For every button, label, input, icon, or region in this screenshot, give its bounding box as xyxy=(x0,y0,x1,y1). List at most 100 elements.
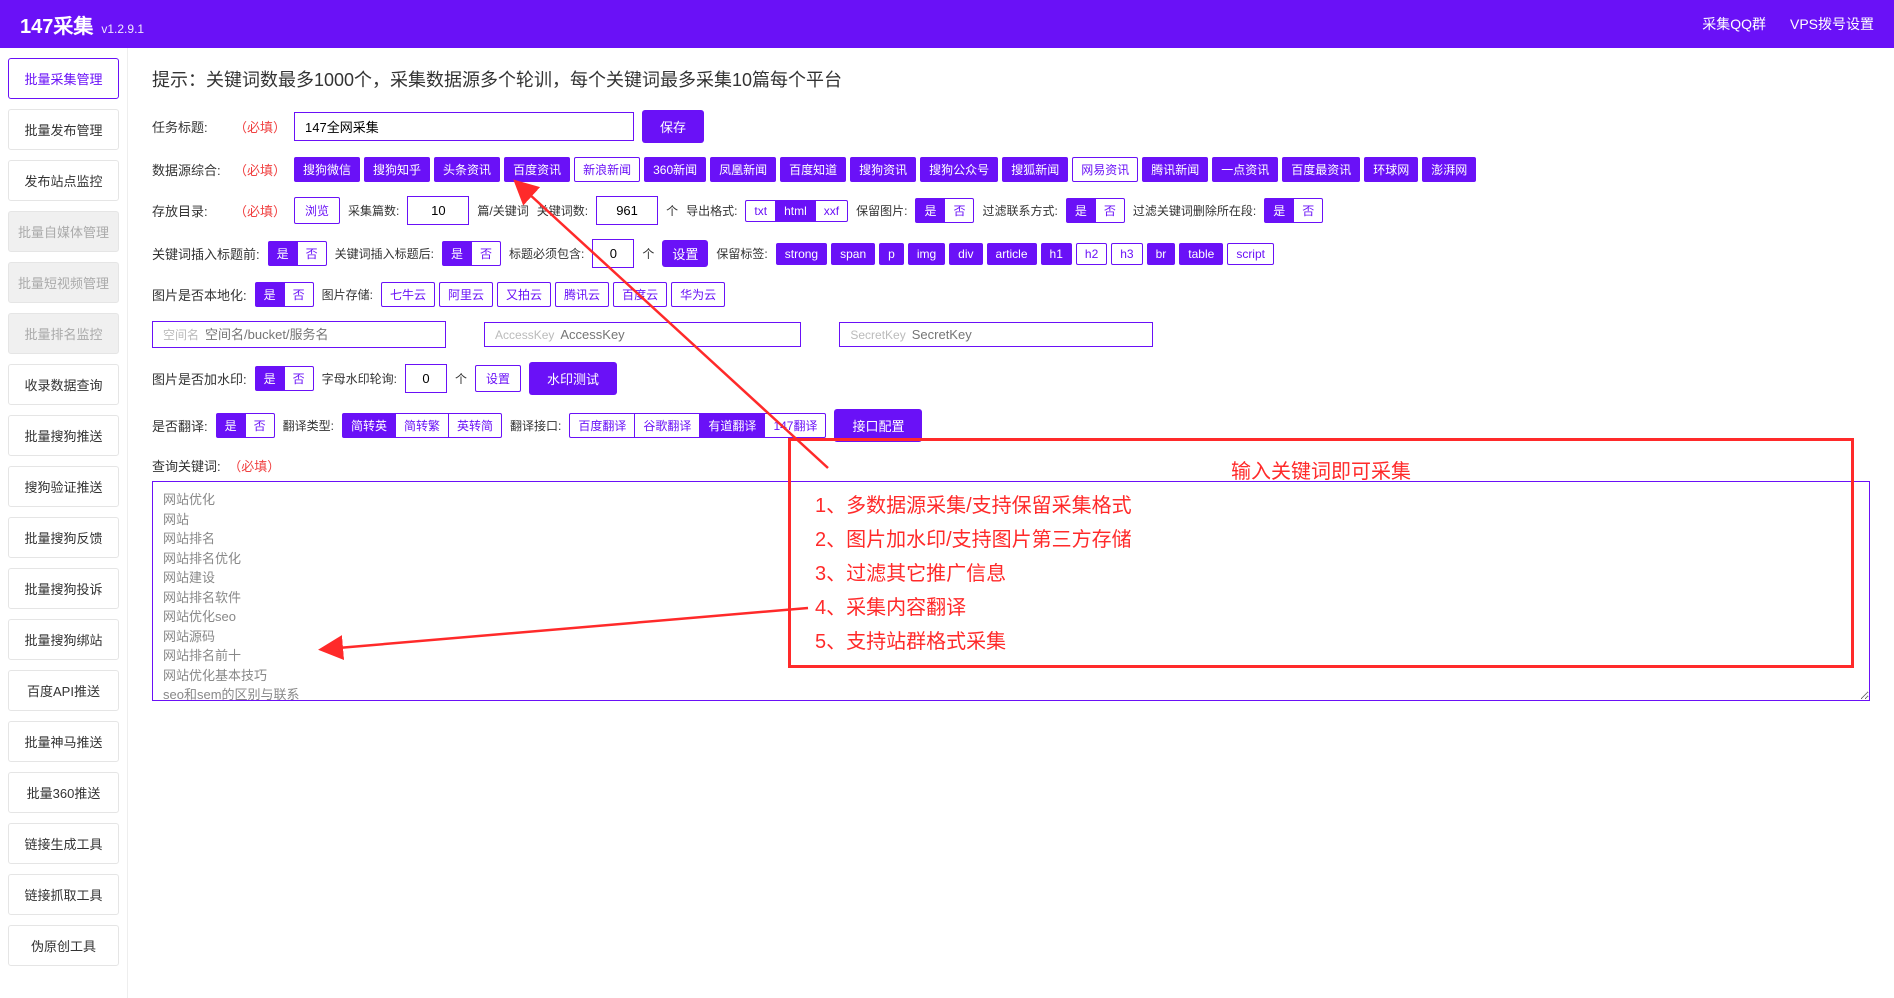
keeptag-tag-8[interactable]: h3 xyxy=(1111,243,1142,265)
keeptag-tag-0[interactable]: strong xyxy=(776,243,827,265)
sidebar-item-13[interactable]: 批量神马推送 xyxy=(8,721,119,762)
translate-tag-0[interactable]: 是 xyxy=(216,413,246,438)
cloud-sk-input[interactable] xyxy=(912,327,1142,342)
keeptag-tag-11[interactable]: script xyxy=(1227,243,1274,265)
sidebar-item-2[interactable]: 发布站点监控 xyxy=(8,160,119,201)
translate-tag-1[interactable]: 否 xyxy=(245,413,275,438)
must-set-button[interactable]: 设置 xyxy=(662,240,708,267)
sidebar-item-11[interactable]: 批量搜狗绑站 xyxy=(8,619,119,660)
insert-before-tag-1[interactable]: 否 xyxy=(297,241,327,266)
keeptag-tag-9[interactable]: br xyxy=(1147,243,1176,265)
sidebar-item-0[interactable]: 批量采集管理 xyxy=(8,58,119,99)
keywords-textarea[interactable] xyxy=(152,481,1870,701)
translate-iface-tag-2[interactable]: 有道翻译 xyxy=(699,413,765,438)
sidebar-item-9[interactable]: 批量搜狗反馈 xyxy=(8,517,119,558)
sidebar-item-7[interactable]: 批量搜狗推送 xyxy=(8,415,119,456)
keeptag-tag-6[interactable]: h1 xyxy=(1041,243,1072,265)
keepimg-tag-0[interactable]: 是 xyxy=(915,198,945,223)
imgstore-tag-2[interactable]: 又拍云 xyxy=(497,282,551,307)
link-qq-group[interactable]: 采集QQ群 xyxy=(1702,14,1766,34)
filterkw-tag-0[interactable]: 是 xyxy=(1264,198,1294,223)
source-tag-0[interactable]: 搜狗微信 xyxy=(294,157,360,182)
source-tag-16[interactable]: 澎湃网 xyxy=(1422,157,1476,182)
filtercontact-tag-0[interactable]: 是 xyxy=(1066,198,1096,223)
imglocal-tag-0[interactable]: 是 xyxy=(255,282,285,307)
kw-count-input[interactable] xyxy=(596,196,658,225)
source-tag-14[interactable]: 百度最资讯 xyxy=(1282,157,1360,182)
task-label: 任务标题: xyxy=(152,117,222,136)
sidebar-item-10[interactable]: 批量搜狗投诉 xyxy=(8,568,119,609)
source-tag-3[interactable]: 百度资讯 xyxy=(504,157,570,182)
must-input[interactable] xyxy=(592,239,634,268)
collect-per-input[interactable] xyxy=(407,196,469,225)
translate-cfg-button[interactable]: 接口配置 xyxy=(834,409,922,442)
cloud-ak-input[interactable] xyxy=(560,327,790,342)
watermark-tag-1[interactable]: 否 xyxy=(284,366,314,391)
export-tag-0[interactable]: txt xyxy=(745,200,776,222)
watermark-test-button[interactable]: 水印测试 xyxy=(529,362,617,395)
sidebar-item-12[interactable]: 百度API推送 xyxy=(8,670,119,711)
sidebar-item-14[interactable]: 批量360推送 xyxy=(8,772,119,813)
sidebar-item-17[interactable]: 伪原创工具 xyxy=(8,925,119,966)
source-tag-10[interactable]: 搜狐新闻 xyxy=(1002,157,1068,182)
cloud-space-input[interactable] xyxy=(205,327,435,342)
rotate-set-button[interactable]: 设置 xyxy=(475,365,521,392)
browse-button[interactable]: 浏览 xyxy=(294,197,340,224)
source-tag-1[interactable]: 搜狗知乎 xyxy=(364,157,430,182)
export-tag-2[interactable]: xxf xyxy=(815,200,848,222)
imgstore-tag-0[interactable]: 七牛云 xyxy=(381,282,435,307)
sidebar-item-6[interactable]: 收录数据查询 xyxy=(8,364,119,405)
app-title: 147采集 xyxy=(20,10,93,39)
source-tag-4[interactable]: 新浪新闻 xyxy=(574,157,640,182)
source-tag-7[interactable]: 百度知道 xyxy=(780,157,846,182)
task-title-input[interactable] xyxy=(294,112,634,141)
sidebar-item-1[interactable]: 批量发布管理 xyxy=(8,109,119,150)
imgstore-tag-1[interactable]: 阿里云 xyxy=(439,282,493,307)
translate-type-tag-2[interactable]: 英转简 xyxy=(448,413,502,438)
source-tag-2[interactable]: 头条资讯 xyxy=(434,157,500,182)
save-button[interactable]: 保存 xyxy=(642,110,704,143)
source-tag-15[interactable]: 环球网 xyxy=(1364,157,1418,182)
source-tag-13[interactable]: 一点资讯 xyxy=(1212,157,1278,182)
translate-type-tag-1[interactable]: 简转繁 xyxy=(395,413,449,438)
topbar: 147采集 v1.2.9.1 采集QQ群 VPS拨号设置 xyxy=(0,0,1894,48)
keeptag-tag-3[interactable]: img xyxy=(908,243,945,265)
imgstore-tag-4[interactable]: 百度云 xyxy=(613,282,667,307)
insert-before-tag-0[interactable]: 是 xyxy=(268,241,298,266)
source-tag-6[interactable]: 凤凰新闻 xyxy=(710,157,776,182)
translate-iface-tag-0[interactable]: 百度翻译 xyxy=(569,413,635,438)
export-tag-1[interactable]: html xyxy=(775,200,816,222)
imgstore-tag-3[interactable]: 腾讯云 xyxy=(555,282,609,307)
keeptag-tag-2[interactable]: p xyxy=(879,243,904,265)
cloud-space-prefix: 空间名 xyxy=(163,326,199,343)
insert-after-tag-1[interactable]: 否 xyxy=(471,241,501,266)
keeptag-tag-4[interactable]: div xyxy=(949,243,982,265)
source-tag-9[interactable]: 搜狗公众号 xyxy=(920,157,998,182)
sidebar-item-16[interactable]: 链接抓取工具 xyxy=(8,874,119,915)
keeptag-tag-1[interactable]: span xyxy=(831,243,875,265)
keeptag-tag-10[interactable]: table xyxy=(1179,243,1223,265)
insert-after-tag-0[interactable]: 是 xyxy=(442,241,472,266)
source-tag-8[interactable]: 搜狗资讯 xyxy=(850,157,916,182)
filterkw-tag-1[interactable]: 否 xyxy=(1293,198,1323,223)
sidebar-item-8[interactable]: 搜狗验证推送 xyxy=(8,466,119,507)
filtercontact-tag-1[interactable]: 否 xyxy=(1095,198,1125,223)
imgstore-tag-5[interactable]: 华为云 xyxy=(671,282,725,307)
imglocal-tag-1[interactable]: 否 xyxy=(284,282,314,307)
translate-iface-tag-1[interactable]: 谷歌翻译 xyxy=(634,413,700,438)
task-required: （必填） xyxy=(234,117,286,136)
source-tag-11[interactable]: 网易资讯 xyxy=(1072,157,1138,182)
sidebar-item-15[interactable]: 链接生成工具 xyxy=(8,823,119,864)
link-vps-dial[interactable]: VPS拨号设置 xyxy=(1790,14,1874,34)
keepimg-tag-1[interactable]: 否 xyxy=(944,198,974,223)
source-tag-12[interactable]: 腾讯新闻 xyxy=(1142,157,1208,182)
source-tag-5[interactable]: 360新闻 xyxy=(644,157,706,182)
translate-iface-tag-3[interactable]: 147翻译 xyxy=(764,413,826,438)
rotate-input[interactable] xyxy=(405,364,447,393)
keeptag-tag-7[interactable]: h2 xyxy=(1076,243,1107,265)
keeptag-label: 保留标签: xyxy=(716,245,767,262)
keeptag-tag-5[interactable]: article xyxy=(987,243,1037,265)
translate-type-tag-0[interactable]: 简转英 xyxy=(342,413,396,438)
watermark-tag-0[interactable]: 是 xyxy=(255,366,285,391)
filtercontact-label: 过滤联系方式: xyxy=(982,202,1057,219)
